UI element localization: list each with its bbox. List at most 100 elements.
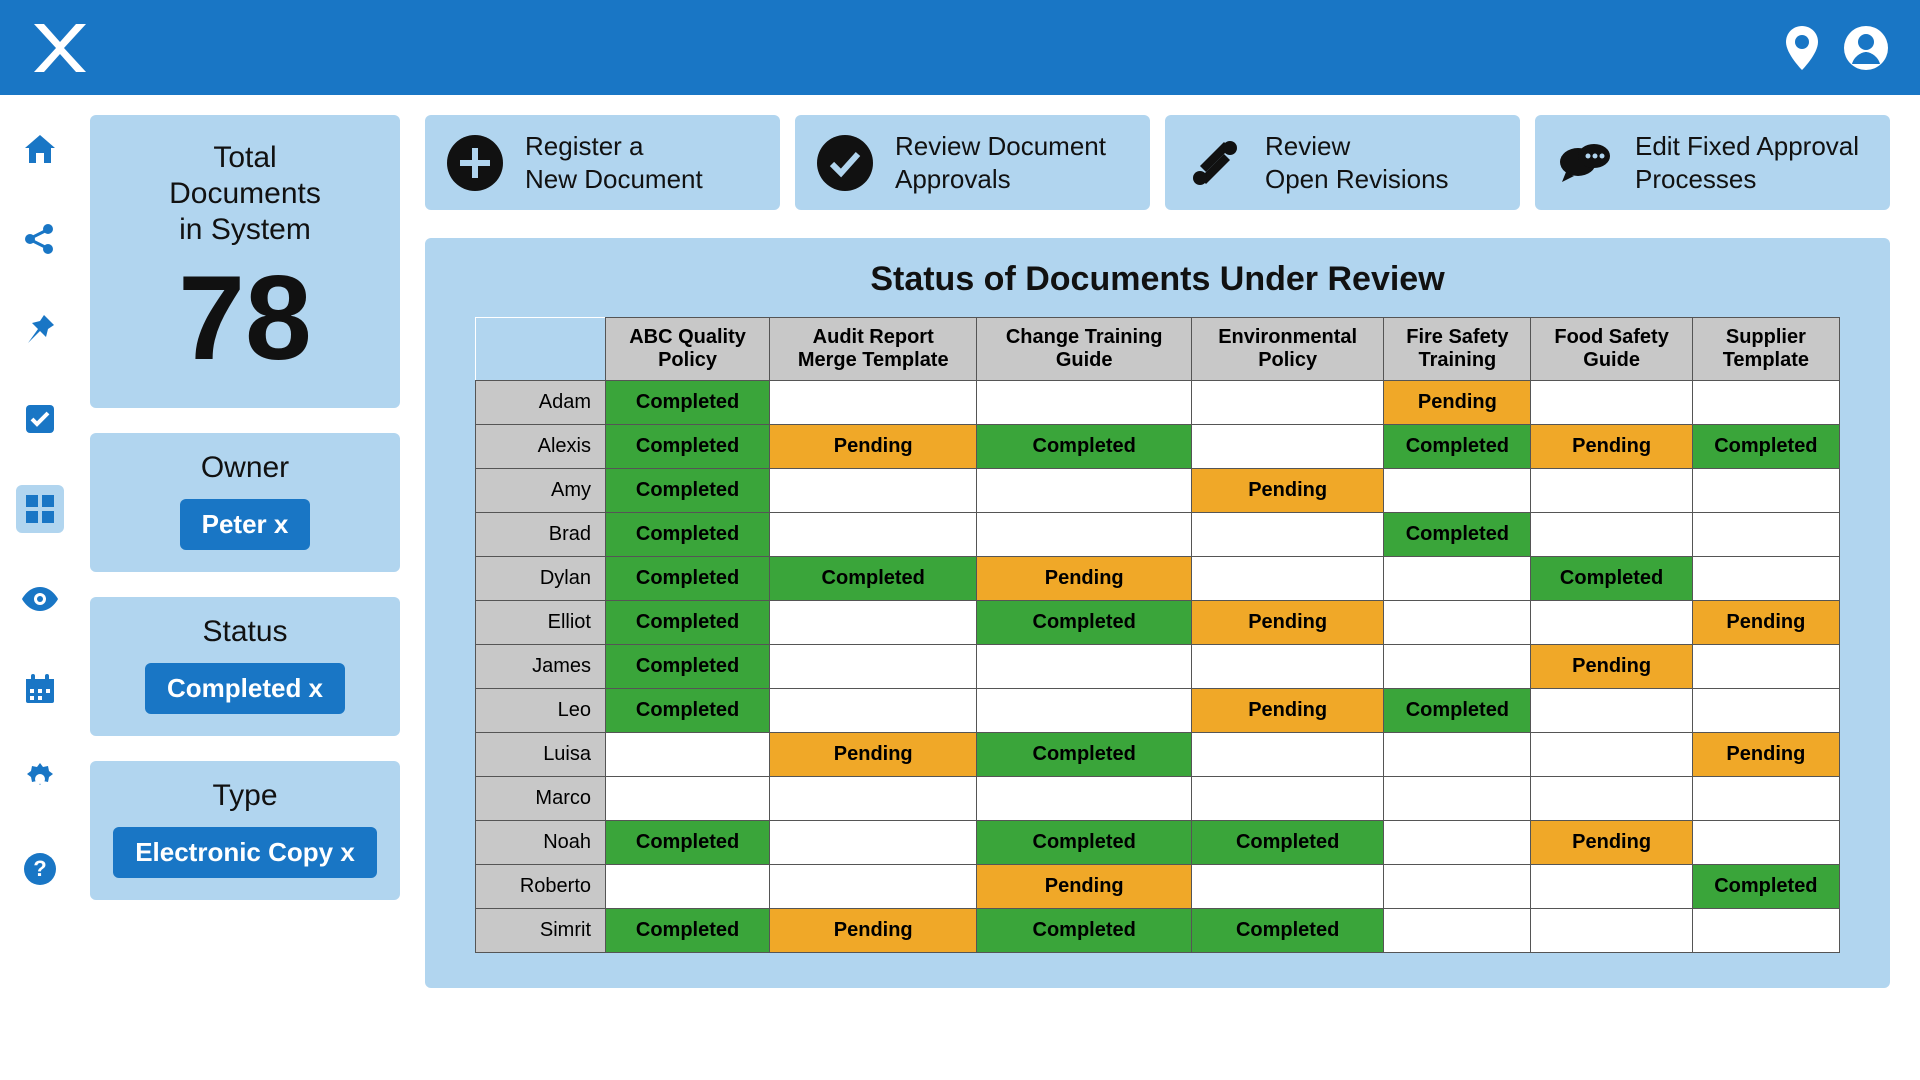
table-cell: [1692, 513, 1839, 557]
sidebar-checkbox[interactable]: [16, 395, 64, 443]
sidebar-calendar[interactable]: [16, 665, 64, 713]
left-filters-panel: Total Documents in System 78 Owner Peter…: [90, 115, 400, 1060]
filter-title-type: Type: [110, 779, 380, 813]
table-cell: [977, 381, 1192, 425]
table-cell: [1531, 689, 1692, 733]
filter-title-owner: Owner: [110, 451, 380, 485]
table-cell: Completed: [606, 645, 770, 689]
table-cell: [977, 777, 1192, 821]
filter-chip-owner[interactable]: Peter x: [180, 499, 311, 550]
tools-icon: [1185, 133, 1245, 193]
table-cell: [606, 777, 770, 821]
plus-icon: [445, 133, 505, 193]
sidebar-share[interactable]: [16, 215, 64, 263]
table-cell: [770, 469, 977, 513]
table-cell: Pending: [770, 909, 977, 953]
table-row-header: Adam: [476, 381, 606, 425]
filter-chip-status[interactable]: Completed x: [145, 663, 345, 714]
table-cell: [1531, 601, 1692, 645]
table-cell: [1192, 865, 1384, 909]
table-cell: Completed: [1384, 689, 1531, 733]
table-cell: [1692, 689, 1839, 733]
table-title: Status of Documents Under Review: [475, 260, 1840, 299]
table-row-header: Dylan: [476, 557, 606, 601]
table-cell: [1531, 777, 1692, 821]
table-cell: Completed: [1531, 557, 1692, 601]
brand-logo: [30, 20, 90, 76]
action-register-document[interactable]: Register aNew Document: [425, 115, 780, 210]
table-cell: [1192, 381, 1384, 425]
total-docs-label-3: in System: [110, 212, 380, 248]
table-cell: [1384, 645, 1531, 689]
table-cell: [770, 865, 977, 909]
table-cell: Completed: [1192, 909, 1384, 953]
table-cell: [770, 821, 977, 865]
table-cell: [1692, 469, 1839, 513]
table-row-header: James: [476, 645, 606, 689]
sidebar-dashboard[interactable]: [16, 485, 64, 533]
sidebar-pin[interactable]: [16, 305, 64, 353]
table-cell: Pending: [1531, 821, 1692, 865]
table-cell: [1531, 865, 1692, 909]
action-label: Review DocumentApprovals: [895, 130, 1106, 195]
table-cell: [1384, 821, 1531, 865]
table-cell: [1692, 557, 1839, 601]
table-row: ElliotCompletedCompletedPendingPending: [476, 601, 1840, 645]
action-edit-processes[interactable]: Edit Fixed ApprovalProcesses: [1535, 115, 1890, 210]
location-icon[interactable]: [1782, 24, 1822, 72]
sidebar-eye[interactable]: [16, 575, 64, 623]
action-label: ReviewOpen Revisions: [1265, 130, 1449, 195]
table-row-header: Luisa: [476, 733, 606, 777]
status-table: ABC QualityPolicyAudit ReportMerge Templ…: [475, 317, 1840, 953]
table-cell: [1531, 469, 1692, 513]
action-label: Register aNew Document: [525, 130, 703, 195]
sidebar-nav: ?: [0, 95, 80, 1080]
table-cell: Pending: [1192, 601, 1384, 645]
table-column-header: ABC QualityPolicy: [606, 318, 770, 381]
table-row-header: Simrit: [476, 909, 606, 953]
table-column-header: EnvironmentalPolicy: [1192, 318, 1384, 381]
table-cell: [606, 733, 770, 777]
action-label: Edit Fixed ApprovalProcesses: [1635, 130, 1859, 195]
table-cell: Completed: [606, 821, 770, 865]
sidebar-home[interactable]: [16, 125, 64, 173]
user-icon[interactable]: [1842, 24, 1890, 72]
filter-chip-type[interactable]: Electronic Copy x: [113, 827, 377, 878]
table-column-header: Food SafetyGuide: [1531, 318, 1692, 381]
table-cell: Pending: [1384, 381, 1531, 425]
chat-icon: [1555, 133, 1615, 193]
table-cell: Pending: [770, 425, 977, 469]
table-cell: [977, 513, 1192, 557]
status-table-container: Status of Documents Under Review ABC Qua…: [425, 238, 1890, 988]
table-cell: [1384, 865, 1531, 909]
filter-title-status: Status: [110, 615, 380, 649]
table-row: AmyCompletedPending: [476, 469, 1840, 513]
table-row: RobertoPendingCompleted: [476, 865, 1840, 909]
table-cell: Pending: [1531, 425, 1692, 469]
table-row: Marco: [476, 777, 1840, 821]
table-cell: [1692, 645, 1839, 689]
table-row-header: Alexis: [476, 425, 606, 469]
total-docs-label-2: Documents: [110, 176, 380, 212]
table-row-header: Roberto: [476, 865, 606, 909]
table-cell: Completed: [1384, 513, 1531, 557]
header-actions: [1782, 24, 1890, 72]
table-row: SimritCompletedPendingCompletedCompleted: [476, 909, 1840, 953]
table-row-header: Leo: [476, 689, 606, 733]
table-cell: [1192, 733, 1384, 777]
table-cell: [977, 689, 1192, 733]
table-cell: Pending: [1192, 689, 1384, 733]
filter-card-status: Status Completed x: [90, 597, 400, 736]
table-cell: [770, 513, 977, 557]
table-cell: Completed: [1192, 821, 1384, 865]
table-cell: [1192, 425, 1384, 469]
filter-card-type: Type Electronic Copy x: [90, 761, 400, 900]
table-cell: Completed: [1692, 865, 1839, 909]
action-review-approvals[interactable]: Review DocumentApprovals: [795, 115, 1150, 210]
table-cell: [1692, 777, 1839, 821]
action-review-revisions[interactable]: ReviewOpen Revisions: [1165, 115, 1520, 210]
table-cell: [1531, 381, 1692, 425]
sidebar-settings[interactable]: [16, 755, 64, 803]
sidebar-help[interactable]: ?: [16, 845, 64, 893]
table-row: LeoCompletedPendingCompleted: [476, 689, 1840, 733]
